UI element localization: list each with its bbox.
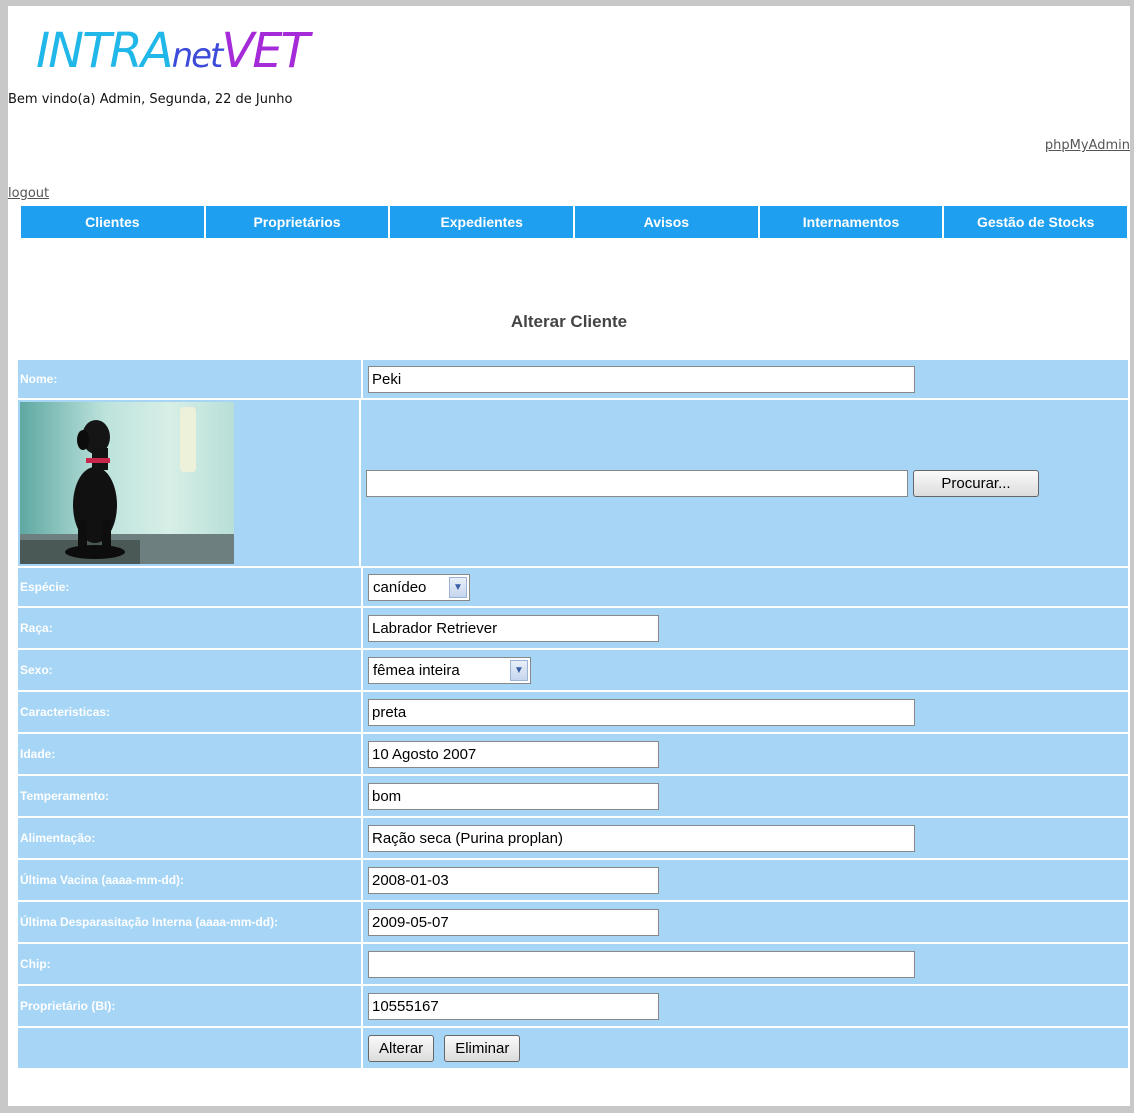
nav-item-expedientes[interactable]: Expedientes <box>390 206 576 238</box>
row-actions: Alterar Eliminar <box>18 1028 1128 1068</box>
proprietario-label: Proprietário (BI): <box>18 986 363 1026</box>
page-frame: INTRAnetVET Bem vindo(a) Admin, Segunda,… <box>8 6 1130 1106</box>
nav-item-clientes[interactable]: Clientes <box>21 206 206 238</box>
especie-select[interactable]: canídeo ▼ <box>368 573 470 601</box>
nav-item-internamentos[interactable]: Internamentos <box>760 206 945 238</box>
chevron-down-icon: ▼ <box>449 576 467 598</box>
logo-part-intra: INTRA <box>36 23 174 79</box>
especie-label: Espécie: <box>18 568 363 606</box>
raca-label: Raça: <box>18 608 363 648</box>
file-path-field[interactable] <box>366 469 908 497</box>
row-temperamento: Temperamento: bom <box>18 776 1128 818</box>
vacina-field[interactable]: 2008-01-03 <box>368 866 659 894</box>
vacina-label: Última Vacina (aaaa-mm-dd): <box>18 860 363 900</box>
alimentacao-label: Alimentação: <box>18 818 363 858</box>
row-vacina: Última Vacina (aaaa-mm-dd): 2008-01-03 <box>18 860 1128 902</box>
welcome-text: Bem vindo(a) Admin, Segunda, 22 de Junho <box>8 92 293 107</box>
desparasitacao-field[interactable]: 2009-05-07 <box>368 908 659 936</box>
row-chip: Chip: <box>18 944 1128 986</box>
page-title: Alterar Cliente <box>510 312 628 331</box>
caracteristicas-label: Caracteristicas: <box>18 692 363 732</box>
chip-field[interactable] <box>368 950 915 978</box>
desparasitacao-label: Última Desparasitação Interna (aaaa-mm-d… <box>18 902 363 942</box>
caracteristicas-field[interactable]: preta <box>368 698 915 726</box>
nav-item-avisos[interactable]: Avisos <box>575 206 760 238</box>
eliminar-button[interactable]: Eliminar <box>444 1034 521 1062</box>
chevron-down-icon: ▼ <box>510 659 528 681</box>
nome-field[interactable]: Peki <box>368 365 915 393</box>
row-proprietario: Proprietário (BI): 10555167 <box>18 986 1128 1028</box>
nav-item-gestao-stocks[interactable]: Gestão de Stocks <box>944 206 1127 238</box>
pet-photo <box>20 402 234 564</box>
phpmyadmin-link[interactable]: phpMyAdmin <box>1045 138 1130 153</box>
proprietario-field[interactable]: 10555167 <box>368 992 659 1020</box>
temperamento-label: Temperamento: <box>18 776 363 816</box>
sexo-select-value: fêmea inteira <box>373 661 460 679</box>
logo-part-vet: VET <box>221 23 309 79</box>
row-idade: Idade: 10 Agosto 2007 <box>18 734 1128 776</box>
sexo-label: Sexo: <box>18 650 363 690</box>
dog-photo-icon <box>20 407 234 564</box>
row-nome: Nome: Peki <box>18 360 1128 400</box>
row-alimentacao: Alimentação: Ração seca (Purina proplan) <box>18 818 1128 860</box>
sexo-select[interactable]: fêmea inteira ▼ <box>368 656 531 684</box>
row-desparasitacao: Última Desparasitação Interna (aaaa-mm-d… <box>18 902 1128 944</box>
photo-cell <box>18 400 361 566</box>
especie-select-value: canídeo <box>373 578 427 596</box>
nome-label: Nome: <box>18 360 363 398</box>
row-photo: Procurar... <box>18 400 1128 568</box>
actions-label-cell <box>18 1028 363 1068</box>
row-caracteristicas: Caracteristicas: preta <box>18 692 1128 734</box>
logout-link[interactable]: logout <box>8 186 49 201</box>
logo-part-net: net <box>171 36 224 76</box>
idade-label: Idade: <box>18 734 363 774</box>
row-raca: Raça: Labrador Retriever <box>18 608 1128 650</box>
chip-label: Chip: <box>18 944 363 984</box>
raca-field[interactable]: Labrador Retriever <box>368 614 659 642</box>
nav-item-proprietarios[interactable]: Proprietários <box>206 206 391 238</box>
alterar-button[interactable]: Alterar <box>368 1034 435 1062</box>
client-form: Nome: Peki Procurar... Espécie: canídeo … <box>18 360 1128 1068</box>
row-especie: Espécie: canídeo ▼ <box>18 568 1128 608</box>
temperamento-field[interactable]: bom <box>368 782 659 810</box>
row-sexo: Sexo: fêmea inteira ▼ <box>18 650 1128 692</box>
idade-field[interactable]: 10 Agosto 2007 <box>368 740 659 768</box>
intranetvet-logo: INTRAnetVET <box>36 22 310 80</box>
browse-button[interactable]: Procurar... <box>913 469 1039 497</box>
main-nav: Clientes Proprietários Expedientes Aviso… <box>21 206 1127 238</box>
alimentacao-field[interactable]: Ração seca (Purina proplan) <box>368 824 915 852</box>
